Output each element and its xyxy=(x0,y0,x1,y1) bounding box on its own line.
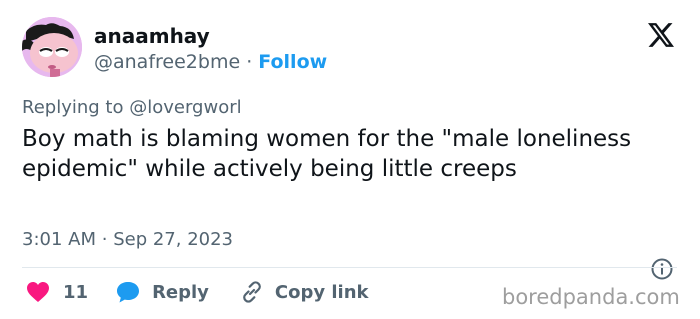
copy-link-label: Copy link xyxy=(274,281,369,303)
like-button[interactable]: 11 xyxy=(26,281,88,303)
link-icon xyxy=(243,281,261,303)
replying-prefix: Replying to xyxy=(22,97,124,118)
tweet-text: Boy math is blaming women for the "male … xyxy=(22,126,632,182)
copy-link-button[interactable]: Copy link xyxy=(239,279,369,305)
handle-row: @anafree2bme · Follow xyxy=(94,50,327,74)
reply-mention-link[interactable]: @lovergworl xyxy=(129,97,241,118)
user-handle[interactable]: @anafree2bme xyxy=(94,51,240,73)
display-name[interactable]: anaamhay xyxy=(94,24,210,48)
replying-to: Replying to @lovergworl xyxy=(22,96,242,120)
divider xyxy=(22,267,677,268)
timestamp-separator: · xyxy=(101,229,108,250)
avatar-image xyxy=(22,17,82,77)
speech-bubble-icon xyxy=(117,282,140,303)
heart-icon xyxy=(27,282,49,302)
tweet-card: anaamhay @anafree2bme · Follow Replying … xyxy=(0,0,700,319)
info-icon[interactable] xyxy=(650,257,674,281)
tweet-time: 3:01 AM xyxy=(22,229,96,250)
tweet-date: Sep 27, 2023 xyxy=(113,229,234,250)
follow-button[interactable]: Follow xyxy=(258,51,327,73)
action-bar: 11 Reply Copy link xyxy=(26,278,369,306)
like-count: 11 xyxy=(63,281,89,303)
watermark: boredpanda.com xyxy=(502,285,680,309)
x-logo-icon[interactable] xyxy=(648,23,674,47)
avatar[interactable] xyxy=(22,17,82,77)
reply-button[interactable]: Reply xyxy=(116,281,209,303)
reply-label: Reply xyxy=(152,281,209,303)
separator-dot: · xyxy=(246,51,253,73)
tweet-timestamp[interactable]: 3:01 AM · Sep 27, 2023 xyxy=(22,228,233,252)
